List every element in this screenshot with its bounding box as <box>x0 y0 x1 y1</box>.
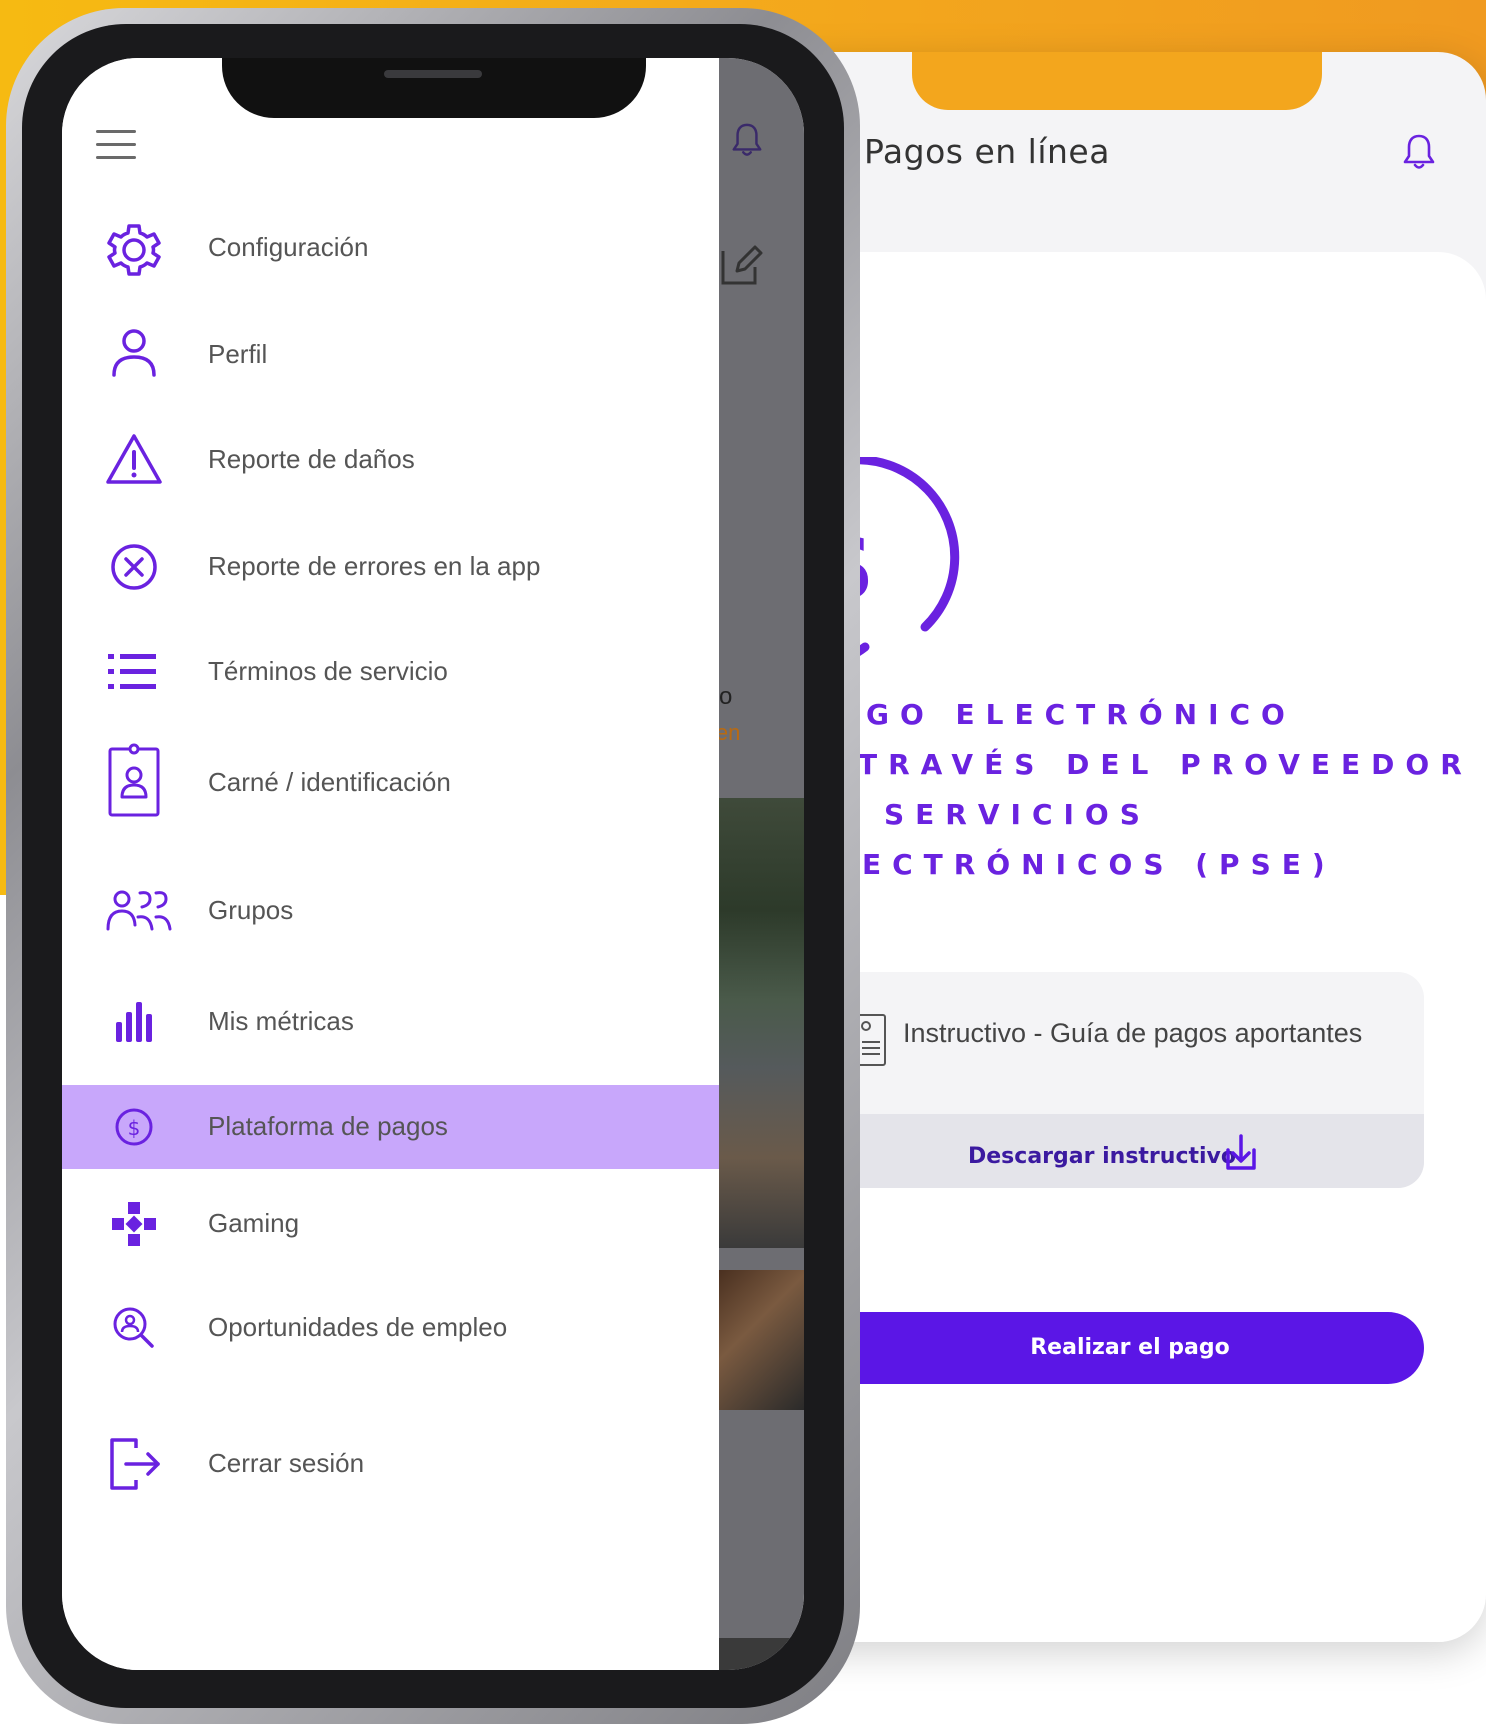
menu-item-label: Grupos <box>208 895 294 925</box>
download-icon[interactable] <box>1218 1130 1264 1176</box>
dimmed-content[interactable]: o ien <box>711 58 804 1670</box>
metrics-icon <box>116 1002 152 1042</box>
menu-item-reporte-errores[interactable]: Reporte de errores en la app <box>62 525 719 609</box>
payments-screen: Pagos en línea $ GO ELECTRÓNICO TRAVÉS D… <box>760 52 1486 1642</box>
menu-item-empleo[interactable]: Oportunidades de empleo <box>62 1286 719 1370</box>
menu-item-cerrar-sesion[interactable]: Cerrar sesión <box>62 1422 719 1506</box>
dimmed-text: o <box>719 683 733 710</box>
menu-item-grupos[interactable]: Grupos <box>62 869 719 953</box>
menu-item-metricas[interactable]: Mis métricas <box>62 980 719 1064</box>
menu-item-label: Plataforma de pagos <box>208 1111 448 1141</box>
menu-item-label: Gaming <box>208 1208 300 1238</box>
gear-icon <box>107 224 161 276</box>
dimmed-photo <box>719 1270 804 1410</box>
speaker-grille <box>384 70 482 78</box>
side-drawer: Configuración Perfil Reporte de daños Re… <box>62 58 719 1670</box>
user-icon <box>112 329 156 377</box>
menu-item-plataforma-pagos[interactable]: $ Plataforma de pagos <box>62 1085 719 1169</box>
menu-item-gaming[interactable]: Gaming <box>62 1182 719 1266</box>
dimmed-photo <box>719 1638 804 1670</box>
menu-item-terminos[interactable]: Términos de servicio <box>62 630 719 714</box>
bell-icon[interactable] <box>1401 132 1437 172</box>
bell-icon <box>732 123 762 156</box>
phone-notch <box>222 58 646 118</box>
back-phone-notch <box>912 52 1322 110</box>
close-circle-icon <box>111 544 157 590</box>
job-search-icon <box>113 1307 154 1348</box>
menu-item-label: Carné / identificación <box>208 767 451 797</box>
menu-item-label: Configuración <box>208 232 369 262</box>
pse-title-line: TRAVÉS DEL PROVEEDOR <box>858 748 1473 781</box>
menu-item-label: Perfil <box>208 339 268 369</box>
instructivo-label: Instructivo - Guía de pagos aportantes <box>903 1018 1363 1048</box>
download-label[interactable]: Descargar instructivo <box>968 1144 1236 1169</box>
id-card-icon <box>108 743 160 817</box>
pse-title-line: SERVICIOS <box>884 798 1151 831</box>
page-title: Pagos en línea <box>864 132 1110 171</box>
menu-item-label: Cerrar sesión <box>208 1448 365 1478</box>
menu-item-carne[interactable]: Carné / identificación <box>62 741 719 825</box>
dimmed-photo <box>719 798 804 1248</box>
list-icon <box>108 654 156 689</box>
gamepad-icon <box>112 1202 156 1246</box>
menu-item-label: Términos de servicio <box>208 656 448 686</box>
group-icon <box>106 890 172 931</box>
menu-item-label: Mis métricas <box>208 1006 354 1036</box>
logout-icon <box>110 1438 160 1490</box>
menu-item-label: Oportunidades de empleo <box>208 1312 508 1342</box>
pse-title-line: GO ELECTRÓNICO <box>866 698 1296 731</box>
menu-item-label: Reporte de errores en la app <box>208 551 541 581</box>
menu-item-perfil[interactable]: Perfil <box>62 313 719 397</box>
pay-button-label[interactable]: Realizar el pago <box>760 1335 1486 1360</box>
menu-item-configuracion[interactable]: Configuración <box>62 206 719 290</box>
warning-icon <box>106 434 162 484</box>
edit-icon <box>721 245 763 285</box>
dollar-circle-icon: $ <box>115 1108 153 1146</box>
drawer-screen: o ien Configuración Perfil Reporte de da… <box>62 58 804 1670</box>
menu-item-label: Reporte de daños <box>208 444 415 474</box>
menu-item-reporte-danos[interactable]: Reporte de daños <box>62 418 719 502</box>
pse-title-line: ECTRÓNICOS (PSE) <box>862 848 1336 881</box>
menu-icon[interactable] <box>96 130 136 164</box>
svg-text:$: $ <box>128 1116 141 1140</box>
